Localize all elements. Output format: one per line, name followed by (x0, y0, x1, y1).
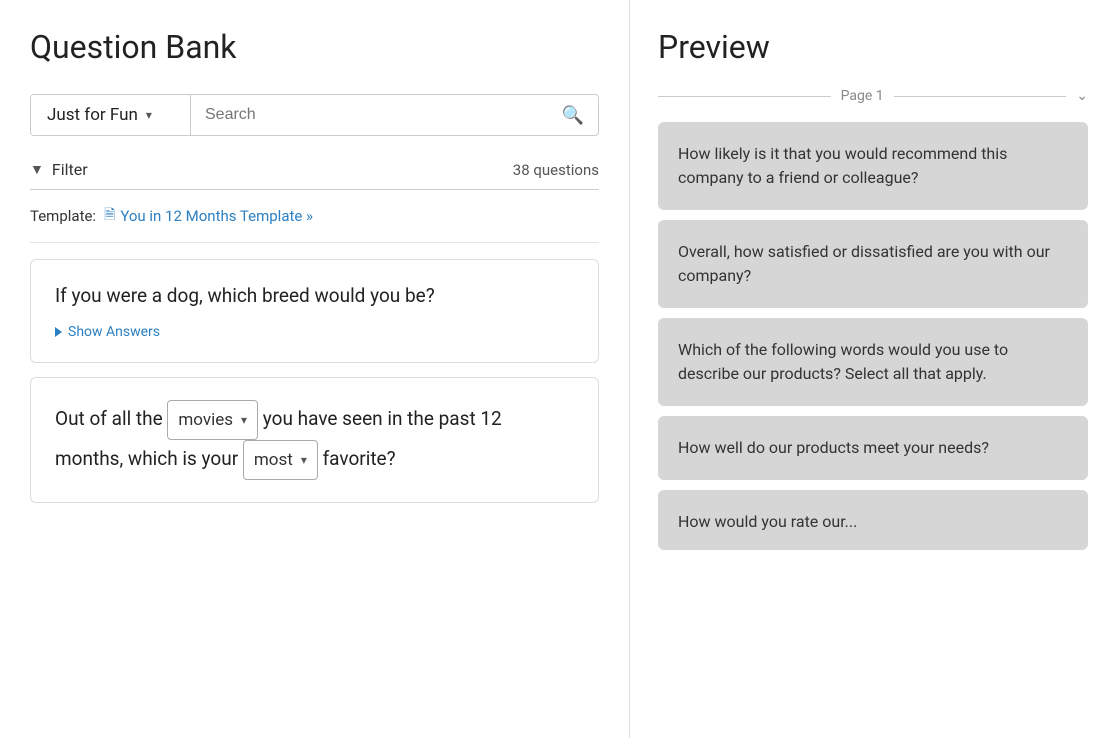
preview-question-5: How would you rate our... (678, 512, 857, 531)
inline-select-movies-value: movies (178, 403, 233, 437)
most-chevron-icon: ▾ (301, 448, 307, 472)
preview-card-1[interactable]: How likely is it that you would recommen… (658, 122, 1088, 210)
movies-chevron-icon: ▾ (241, 408, 247, 432)
category-dropdown[interactable]: Just for Fun ▾ (31, 95, 191, 135)
inline-text-1: Out of all the (55, 407, 167, 430)
preview-title: Preview (658, 28, 1088, 66)
template-label: Template: (30, 207, 96, 225)
preview-card-3[interactable]: Which of the following words would you u… (658, 318, 1088, 406)
filter-icon: ▼ (30, 161, 44, 178)
question-card-1: If you were a dog, which breed would you… (30, 259, 599, 363)
question-count: 38 questions (513, 161, 599, 179)
search-icon: 🔍 (562, 105, 584, 126)
question-text-1: If you were a dog, which breed would you… (55, 282, 574, 310)
category-chevron-icon: ▾ (146, 108, 152, 122)
show-answers-label: Show Answers (68, 324, 160, 340)
question-card-2: Out of all the movies ▾ you have seen in… (30, 377, 599, 503)
inline-select-movies[interactable]: movies ▾ (167, 400, 258, 440)
inline-select-most[interactable]: most ▾ (243, 440, 318, 480)
page-title: Question Bank (30, 28, 599, 66)
left-panel: Question Bank Just for Fun ▾ 🔍 ▼ Filter … (0, 0, 630, 738)
inline-text-3: favorite? (323, 447, 396, 470)
template-row: Template: 🗎 You in 12 Months Template » (30, 204, 599, 243)
preview-card-2[interactable]: Overall, how satisfied or dissatisfied a… (658, 220, 1088, 308)
questions-list: If you were a dog, which breed would you… (30, 259, 599, 710)
page-line-left (658, 96, 831, 97)
filter-label: Filter (52, 160, 88, 179)
preview-question-2: Overall, how satisfied or dissatisfied a… (678, 242, 1050, 285)
inline-select-most-value: most (254, 443, 293, 477)
page-line-right (894, 96, 1067, 97)
inline-question: Out of all the movies ▾ you have seen in… (55, 400, 574, 480)
triangle-icon (55, 327, 62, 337)
filter-row: ▼ Filter 38 questions (30, 150, 599, 190)
doc-icon: 🗎 (104, 204, 115, 228)
preview-question-3: Which of the following words would you u… (678, 340, 1008, 383)
template-link[interactable]: 🗎 You in 12 Months Template » (104, 204, 313, 228)
search-input-wrapper: 🔍 (191, 95, 598, 135)
page-chevron-icon[interactable]: ⌄ (1076, 88, 1088, 104)
preview-questions: How likely is it that you would recommen… (658, 122, 1088, 710)
show-answers-button[interactable]: Show Answers (55, 324, 574, 340)
preview-card-5[interactable]: How would you rate our... (658, 490, 1088, 550)
page-label: Page 1 (841, 88, 884, 104)
search-bar: Just for Fun ▾ 🔍 (30, 94, 599, 136)
category-label: Just for Fun (47, 105, 138, 125)
preview-question-4: How well do our products meet your needs… (678, 438, 989, 457)
preview-card-4[interactable]: How well do our products meet your needs… (658, 416, 1088, 480)
preview-question-1: How likely is it that you would recommen… (678, 144, 1007, 187)
right-panel: Preview Page 1 ⌄ How likely is it that y… (630, 0, 1116, 738)
page-indicator: Page 1 ⌄ (658, 88, 1088, 104)
template-link-text: You in 12 Months Template » (120, 207, 313, 225)
search-input[interactable] (205, 106, 554, 124)
filter-button[interactable]: ▼ Filter (30, 160, 88, 179)
